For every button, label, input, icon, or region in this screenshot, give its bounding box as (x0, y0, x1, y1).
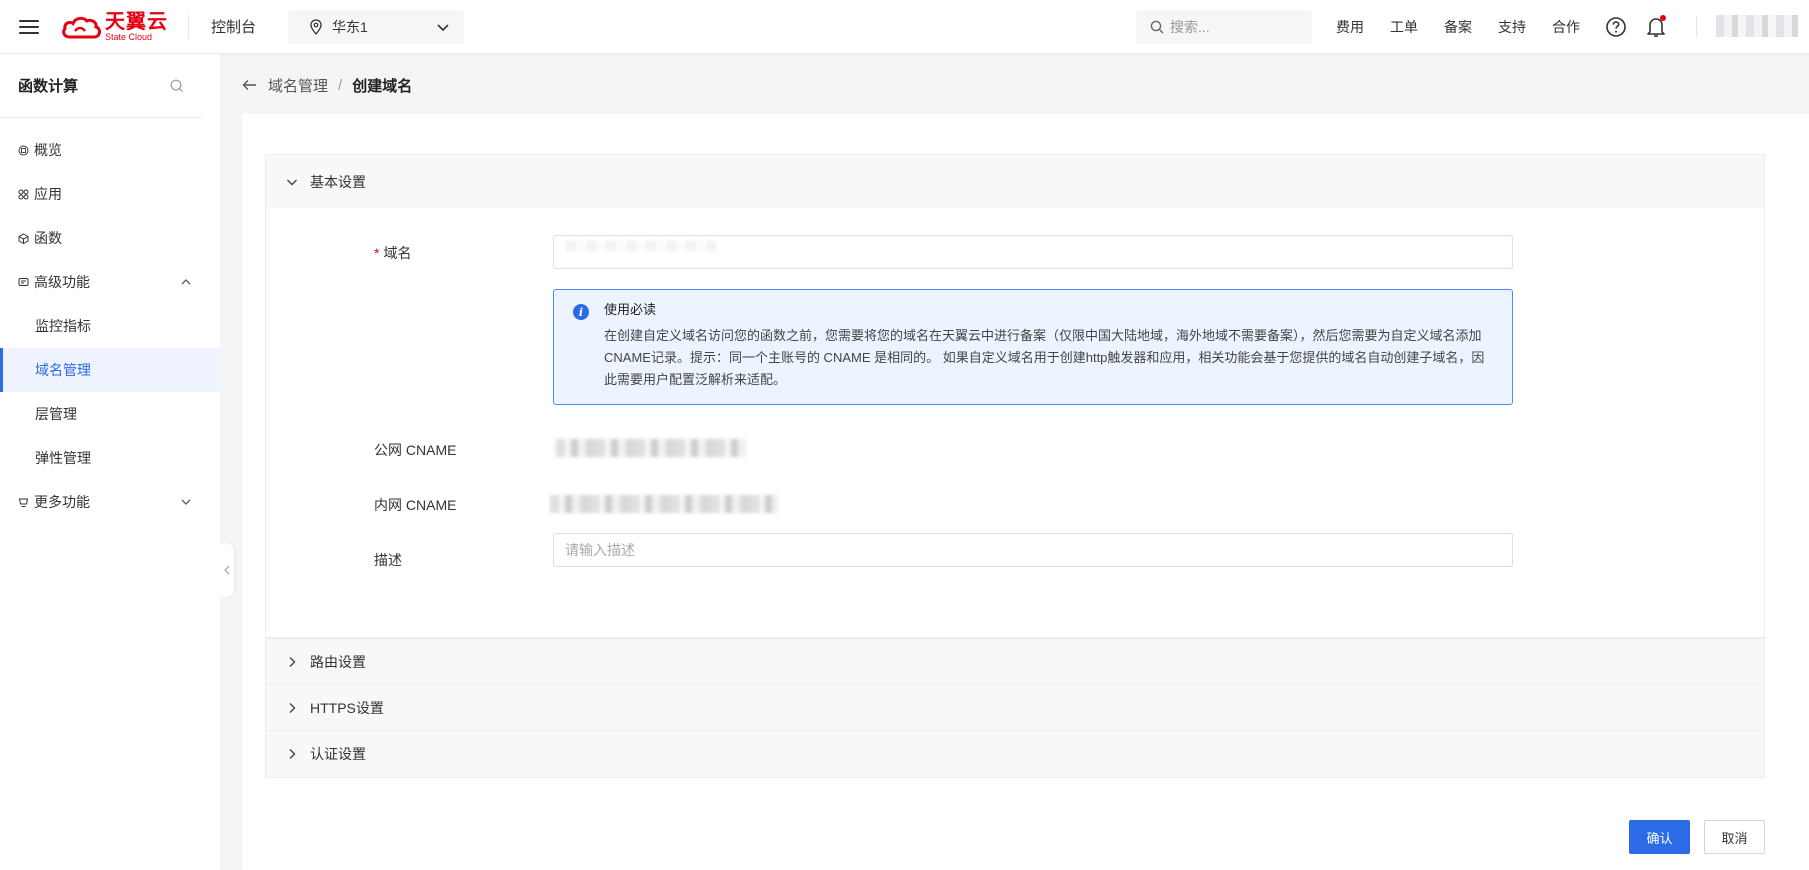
sidebar-item-label: 监控指标 (35, 318, 91, 334)
sidebar-item-overview[interactable]: 概览 (0, 128, 220, 172)
region-label: 华东1 (332, 18, 368, 35)
chevron-right-icon (289, 749, 296, 759)
auth-settings-panel: 认证设置 (265, 730, 1765, 778)
sidebar-item-label: 更多功能 (34, 494, 90, 510)
main-card: 基本设置 * 域名 i 使用必读 在创建自定义域名访问您的函数之前，您需要将您的域… (242, 114, 1809, 870)
header-divider (188, 14, 189, 39)
sidebar-item-monitoring[interactable]: 监控指标 (0, 304, 220, 348)
sidebar-item-label: 应用 (34, 186, 62, 202)
chevron-down-icon (181, 499, 191, 505)
breadcrumb-current: 创建域名 (352, 77, 413, 95)
arrow-left-icon[interactable] (242, 78, 258, 92)
public-cname-value (556, 439, 746, 457)
sidebar-title: 函数计算 (18, 78, 79, 95)
breadcrumb-parent[interactable]: 域名管理 (268, 75, 328, 96)
https-settings-panel: HTTPS设置 (265, 684, 1765, 732)
notice-body: 在创建自定义域名访问您的函数之前，您需要将您的域名在天翼云中进行备案（仅限中国大… (604, 328, 1485, 387)
nav-partner[interactable]: 合作 (1552, 17, 1580, 37)
domain-label-text: 域名 (383, 245, 412, 261)
sidebar-item-advanced[interactable]: 高级功能 (0, 260, 220, 304)
description-input[interactable] (553, 533, 1513, 567)
chevron-left-icon (224, 565, 230, 575)
private-cname-value (550, 495, 778, 513)
required-mark: * (374, 245, 380, 261)
usage-notice: i 使用必读 在创建自定义域名访问您的函数之前，您需要将您的域名在天翼云中进行备… (553, 289, 1513, 405)
section-title: HTTPS设置 (310, 700, 384, 716)
private-cname-label: 内网 CNAME (374, 497, 457, 513)
chevron-down-icon (287, 179, 297, 185)
notifications[interactable] (1645, 15, 1667, 39)
sidebar-item-domains[interactable]: 域名管理 (0, 348, 220, 392)
nav-billing[interactable]: 费用 (1336, 17, 1364, 37)
section-title: 路由设置 (310, 654, 366, 670)
info-icon: i (573, 304, 589, 320)
sidebar-item-label: 高级功能 (34, 274, 90, 290)
chevron-up-icon (181, 279, 191, 285)
sidebar-item-more[interactable]: 更多功能 (0, 480, 220, 524)
public-cname-label: 公网 CNAME (374, 442, 457, 458)
sidebar-item-label: 层管理 (35, 406, 77, 422)
help-icon[interactable] (1605, 16, 1627, 38)
auth-settings-header[interactable]: 认证设置 (266, 731, 1764, 777)
search-icon[interactable] (170, 79, 184, 93)
nav-support[interactable]: 支持 (1498, 17, 1526, 37)
advanced-icon (18, 277, 29, 286)
cloud-logo-icon (62, 16, 101, 38)
https-settings-header[interactable]: HTTPS设置 (266, 685, 1764, 731)
logo-subtitle: State Cloud (105, 31, 153, 42)
region-selector[interactable]: 华东1 (288, 9, 465, 44)
top-nav: 费用 工单 备案 支持 合作 (1336, 0, 1606, 54)
breadcrumb: 域名管理 / 创建域名 (242, 74, 412, 96)
sidebar: 函数计算 概览 应用 函数 高级功能 监控指标 域名管理 层管理 弹性管理 更多… (0, 54, 220, 870)
sidebar-collapse-handle[interactable] (220, 543, 234, 597)
search-input[interactable] (1170, 19, 1300, 35)
top-bar: 天翼云 State Cloud 控制台 华东1 费用 工单 备案 支持 合作 (0, 0, 1809, 54)
sidebar-header: 函数计算 (0, 54, 202, 118)
breadcrumb-separator: / (338, 76, 343, 94)
domain-label: * 域名 (374, 243, 411, 263)
chevron-right-icon (289, 703, 296, 713)
user-account[interactable] (1716, 15, 1798, 37)
search-icon (1150, 20, 1164, 34)
chevron-right-icon (289, 657, 296, 667)
confirm-button[interactable]: 确认 (1629, 820, 1690, 854)
nav-tickets[interactable]: 工单 (1390, 17, 1418, 37)
chevron-down-icon (437, 23, 449, 31)
sidebar-item-elastic[interactable]: 弹性管理 (0, 436, 220, 480)
global-search[interactable] (1136, 10, 1312, 44)
cancel-button[interactable]: 取消 (1704, 820, 1765, 854)
section-title: 基本设置 (310, 173, 366, 190)
route-settings-header[interactable]: 路由设置 (266, 639, 1764, 685)
console-link[interactable]: 控制台 (211, 16, 256, 37)
header-divider-right (1696, 17, 1697, 37)
sidebar-item-functions[interactable]: 函数 (0, 216, 220, 260)
sidebar-item-label: 弹性管理 (35, 450, 91, 466)
sidebar-item-label: 域名管理 (35, 362, 91, 378)
notification-badge (1660, 15, 1666, 21)
overview-icon (18, 145, 29, 155)
basic-settings-panel: 基本设置 * 域名 i 使用必读 在创建自定义域名访问您的函数之前，您需要将您的域… (265, 154, 1765, 638)
notice-title: 使用必读 (604, 302, 657, 317)
sidebar-item-label: 函数 (34, 230, 62, 246)
basic-settings-header[interactable]: 基本设置 (266, 155, 1764, 208)
sidebar-item-layers[interactable]: 层管理 (0, 392, 220, 436)
section-title: 认证设置 (310, 746, 366, 762)
sidebar-item-apps[interactable]: 应用 (0, 172, 220, 216)
description-label: 描述 (374, 552, 402, 568)
function-icon (18, 232, 29, 244)
location-pin-icon (310, 18, 322, 35)
route-settings-panel: 路由设置 (265, 638, 1765, 686)
menu-icon[interactable] (19, 16, 39, 38)
nav-filing[interactable]: 备案 (1444, 17, 1472, 37)
logo[interactable]: 天翼云 State Cloud (61, 0, 168, 54)
apps-icon (18, 189, 29, 199)
logo-title: 天翼云 (105, 10, 168, 33)
more-icon (18, 498, 29, 507)
sidebar-item-label: 概览 (34, 142, 62, 158)
domain-input-redacted (566, 241, 716, 251)
